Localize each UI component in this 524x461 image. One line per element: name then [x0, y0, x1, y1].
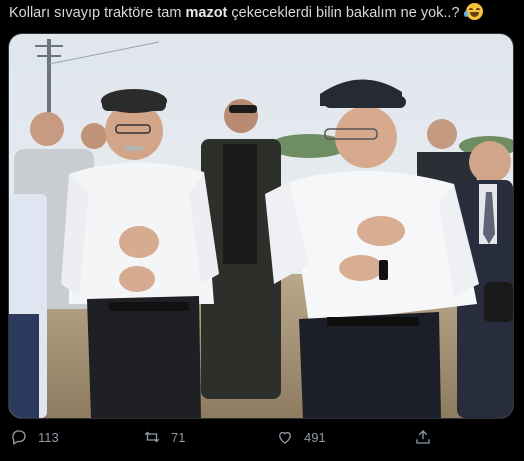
- tweet-photo[interactable]: [8, 33, 514, 419]
- tweet-text-part-1: Kolları sıvayıp traktöre tam: [9, 5, 186, 21]
- heart-icon: [279, 431, 291, 444]
- share-icon: [416, 430, 430, 444]
- tweet-text-part-2: çekeceklerdi bilin bakalım ne yok..?: [227, 5, 460, 21]
- retweet-button[interactable]: 71: [143, 428, 185, 446]
- tweet-text-bold: mazot: [185, 5, 228, 21]
- retweet-count: 71: [171, 429, 186, 445]
- like-count: 491: [304, 429, 326, 445]
- share-button[interactable]: [414, 428, 432, 446]
- reply-icon: [12, 430, 26, 445]
- like-button[interactable]: 491: [276, 428, 326, 446]
- reply-button[interactable]: 113: [10, 428, 59, 446]
- reply-count: 113: [38, 429, 59, 445]
- retweet-icon: [144, 431, 160, 443]
- grinning-squinting-tears-emoji-icon: [463, 3, 483, 20]
- tweet-actions: 113 71 491: [0, 425, 524, 455]
- photo-illustration: [9, 34, 513, 418]
- tweet-text: Kolları sıvayıp traktöre tam mazot çekec…: [9, 3, 519, 23]
